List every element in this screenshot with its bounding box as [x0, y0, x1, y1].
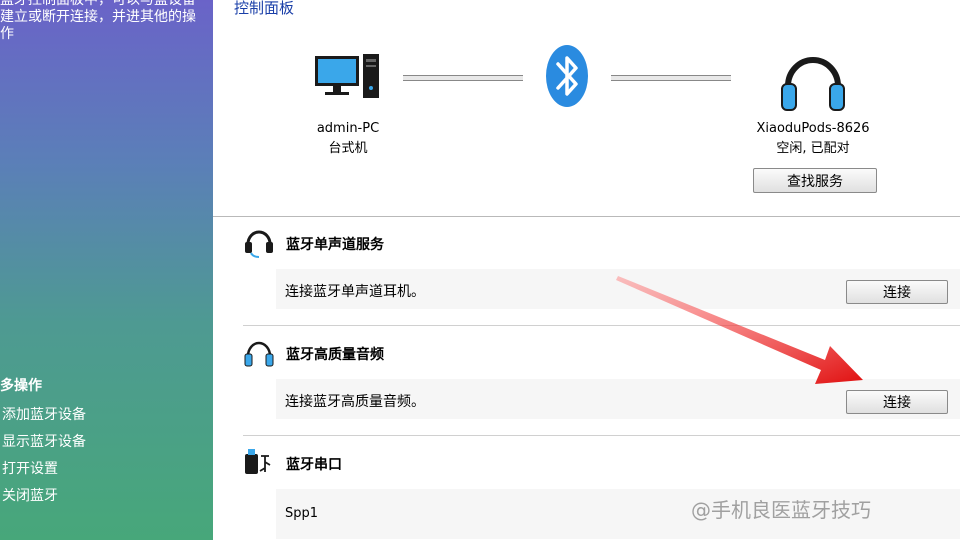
connect-mono-button[interactable]: 连接 — [846, 280, 948, 304]
find-services-button[interactable]: 查找服务 — [753, 168, 877, 193]
connect-audio-button[interactable]: 连接 — [846, 390, 948, 414]
service-serial-port: 蓝牙串口 Spp1 — [243, 446, 960, 540]
service-title: 蓝牙单声道服务 — [286, 237, 384, 253]
headset-icon — [243, 226, 275, 262]
headphones-icon — [738, 44, 888, 114]
local-device-type: 台式机 — [328, 141, 368, 156]
sidebar-item-add-device[interactable]: 添加蓝牙设备 — [2, 402, 86, 429]
local-device: admin-PC 台式机 — [308, 52, 388, 159]
sidebar-item-open-settings[interactable]: 打开设置 — [2, 456, 86, 483]
sidebar-more-title: 多操作 — [0, 378, 42, 394]
headphones-icon — [243, 336, 275, 372]
service-title: 蓝牙串口 — [286, 457, 342, 473]
desktop-pc-icon — [308, 52, 388, 102]
service-description: 连接蓝牙单声道耳机。 — [285, 284, 425, 300]
serial-port-icon — [243, 446, 275, 482]
connection-line-right — [611, 75, 731, 81]
divider — [213, 216, 960, 217]
remote-device-status: 空闲, 已配对 — [776, 141, 850, 156]
main-panel: 控制面板 admin-PC 台式机 XiaoduPods-8626 空闲, 已配… — [213, 0, 960, 540]
local-device-name: admin-PC — [316, 121, 380, 136]
service-description: 连接蓝牙高质量音频。 — [285, 394, 425, 410]
service-mono-headset: 蓝牙单声道服务 连接蓝牙单声道耳机。 连接 — [243, 226, 960, 326]
sidebar-menu: 添加蓝牙设备 显示蓝牙设备 打开设置 关闭蓝牙 — [2, 402, 86, 510]
service-high-quality-audio: 蓝牙高质量音频 连接蓝牙高质量音频。 连接 — [243, 336, 960, 436]
remote-device: XiaoduPods-8626 空闲, 已配对 — [738, 44, 888, 159]
sidebar-item-turn-off-bluetooth[interactable]: 关闭蓝牙 — [2, 483, 86, 510]
sidebar-item-show-devices[interactable]: 显示蓝牙设备 — [2, 429, 86, 456]
remote-device-name: XiaoduPods-8626 — [756, 121, 870, 136]
sidebar-intro: 蓝牙控制面板中，可以与蓝设备建立或断开连接，并进其他的操作 — [0, 0, 196, 42]
breadcrumb[interactable]: 控制面板 — [234, 0, 294, 18]
connection-line-left — [403, 75, 523, 81]
sidebar: 蓝牙控制面板中，可以与蓝设备建立或断开连接，并进其他的操作 多操作 添加蓝牙设备… — [0, 0, 213, 540]
service-description: Spp1 — [285, 506, 319, 521]
watermark: @手机良医蓝牙技巧 — [691, 498, 871, 522]
service-title: 蓝牙高质量音频 — [286, 347, 384, 363]
bluetooth-icon — [545, 44, 589, 112]
